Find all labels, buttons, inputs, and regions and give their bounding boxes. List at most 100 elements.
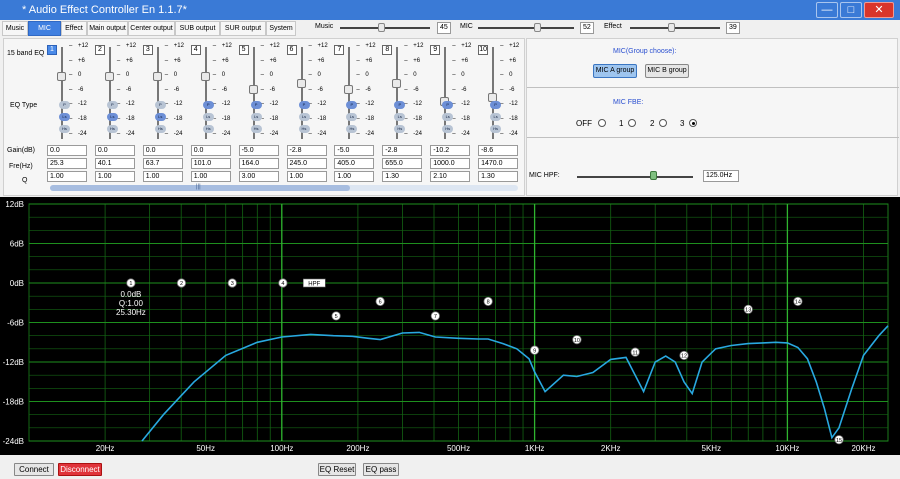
band-gain-field[interactable]: -10.2	[430, 145, 471, 156]
eq-type-ls-icon[interactable]: Ls	[490, 113, 502, 121]
eq-type-p-icon[interactable]: P	[442, 101, 454, 109]
eq-type-p-icon[interactable]: P	[59, 101, 70, 109]
tab-effect[interactable]: Effect	[61, 21, 87, 36]
effect-slider-track[interactable]	[630, 27, 720, 29]
eq-type-ls-icon[interactable]: Ls	[154, 113, 166, 121]
eq-type-hs-icon[interactable]: Hs	[298, 125, 310, 133]
hpf-slider-thumb[interactable]	[650, 171, 657, 180]
band-number-button[interactable]: 1	[47, 45, 57, 55]
eq-type-ls-icon[interactable]: Ls	[298, 113, 310, 121]
band-q-field[interactable]: 1.00	[286, 171, 327, 182]
effect-volume-value[interactable]: 39	[726, 22, 740, 34]
eq-type-hs-icon[interactable]: Hs	[154, 125, 166, 133]
minimize-button[interactable]: —	[816, 2, 838, 18]
band-gain-slider-thumb[interactable]	[104, 72, 114, 82]
band-number-button[interactable]: 3	[142, 45, 153, 55]
connect-button[interactable]: Connect	[14, 463, 54, 476]
tab-main-output[interactable]: Main output	[87, 21, 128, 36]
band-gain-slider-thumb[interactable]	[248, 84, 258, 94]
band-number-button[interactable]: 7	[334, 45, 345, 55]
close-button[interactable]: ✕	[864, 2, 894, 18]
band-q-field[interactable]: 1.30	[478, 171, 519, 182]
maximize-button[interactable]: □	[840, 2, 862, 18]
mic-slider-track[interactable]	[478, 27, 574, 29]
eq-type-ls-icon[interactable]: Ls	[442, 113, 454, 121]
fbe-2-radio[interactable]	[659, 119, 667, 127]
band-number-button[interactable]: 10	[478, 45, 489, 55]
band-gain-field[interactable]: -8.6	[478, 145, 519, 156]
band-q-field[interactable]: 1.00	[47, 171, 87, 182]
band-number-button[interactable]: 9	[430, 45, 441, 55]
eq-type-p-icon[interactable]: P	[394, 101, 406, 109]
band-freq-field[interactable]: 1470.0	[478, 158, 519, 169]
band-freq-field[interactable]: 25.3	[47, 158, 87, 169]
music-slider-track[interactable]	[340, 27, 430, 29]
eq-type-hs-icon[interactable]: Hs	[106, 125, 118, 133]
band-q-field[interactable]: 1.00	[94, 171, 135, 182]
tab-music[interactable]: Music	[2, 21, 28, 36]
eq-type-p-icon[interactable]: P	[298, 101, 310, 109]
band-gain-field[interactable]: 0.0	[47, 145, 87, 156]
music-volume-value[interactable]: 45	[437, 22, 451, 34]
eq-type-hs-icon[interactable]: Hs	[346, 125, 358, 133]
band-q-field[interactable]: 2.10	[430, 171, 471, 182]
mic-a-group-button[interactable]: MIC A group	[593, 64, 637, 78]
eq-type-hs-icon[interactable]: Hs	[250, 125, 262, 133]
band-freq-field[interactable]: 40.1	[94, 158, 135, 169]
eq-pass-button[interactable]: EQ pass	[363, 463, 399, 476]
band-freq-field[interactable]: 63.7	[142, 158, 183, 169]
eq-scrollbar-thumb[interactable]: |||	[50, 184, 350, 191]
tab-system[interactable]: System	[266, 21, 296, 36]
fbe-3-radio[interactable]	[689, 119, 697, 127]
band-gain-field[interactable]: -2.8	[286, 145, 327, 156]
mic-volume-value[interactable]: 52	[580, 22, 594, 34]
band-number-button[interactable]: 5	[238, 45, 249, 55]
band-gain-slider-thumb[interactable]	[296, 79, 306, 89]
eq-type-hs-icon[interactable]: Hs	[59, 125, 70, 133]
band-number-button[interactable]: 4	[190, 45, 201, 55]
eq-type-ls-icon[interactable]: Ls	[59, 113, 70, 121]
eq-type-ls-icon[interactable]: Ls	[346, 113, 358, 121]
eq-type-ls-icon[interactable]: Ls	[250, 113, 262, 121]
eq-type-ls-icon[interactable]: Ls	[106, 113, 118, 121]
band-q-field[interactable]: 1.30	[382, 171, 423, 182]
eq-reset-button[interactable]: EQ Reset	[318, 463, 356, 476]
eq-type-p-icon[interactable]: P	[202, 101, 214, 109]
tab-center-output[interactable]: Center output	[128, 21, 175, 36]
disconnect-status-button[interactable]: Disconnect	[58, 463, 102, 476]
band-gain-slider-thumb[interactable]	[200, 72, 210, 82]
eq-type-hs-icon[interactable]: Hs	[490, 125, 502, 133]
band-freq-field[interactable]: 1000.0	[430, 158, 471, 169]
eq-scrollbar[interactable]: |||	[50, 184, 518, 191]
band-gain-slider-thumb[interactable]	[392, 79, 402, 89]
band-gain-field[interactable]: -5.0	[238, 145, 279, 156]
band-q-field[interactable]: 3.00	[238, 171, 279, 182]
tab-sur-output[interactable]: SUR output	[220, 21, 266, 36]
eq-type-p-icon[interactable]: P	[154, 101, 166, 109]
band-q-field[interactable]: 1.00	[190, 171, 231, 182]
band-freq-field[interactable]: 164.0	[238, 158, 279, 169]
eq-response-graph[interactable]: 12dB 6dB 0dB -6dB -12dB -18dB -24dB 20Hz 50Hz 100…	[0, 197, 900, 455]
band-freq-field[interactable]: 405.0	[334, 158, 375, 169]
eq-type-hs-icon[interactable]: Hs	[394, 125, 406, 133]
band-gain-field[interactable]: 0.0	[94, 145, 135, 156]
band-number-button[interactable]: 2	[94, 45, 105, 55]
band-q-field[interactable]: 1.00	[142, 171, 183, 182]
band-freq-field[interactable]: 655.0	[382, 158, 423, 169]
eq-type-p-icon[interactable]: P	[250, 101, 262, 109]
eq-type-p-icon[interactable]: P	[490, 101, 502, 109]
eq-type-ls-icon[interactable]: Ls	[394, 113, 406, 121]
tab-mic[interactable]: MIC	[28, 21, 61, 36]
band-number-button[interactable]: 8	[382, 45, 393, 55]
band-q-field[interactable]: 1.00	[334, 171, 375, 182]
effect-slider-thumb[interactable]	[668, 23, 675, 32]
fbe-off-radio[interactable]	[598, 119, 606, 127]
band-gain-field[interactable]: -2.8	[382, 145, 423, 156]
fbe-1-radio[interactable]	[628, 119, 636, 127]
band-gain-field[interactable]: -5.0	[334, 145, 375, 156]
tab-sub-output[interactable]: SUB output	[175, 21, 220, 36]
mic-b-group-button[interactable]: MIC B group	[645, 64, 689, 78]
band-gain-slider-thumb[interactable]	[57, 72, 66, 82]
band-gain-field[interactable]: 0.0	[142, 145, 183, 156]
hpf-slider-track[interactable]	[577, 176, 693, 178]
